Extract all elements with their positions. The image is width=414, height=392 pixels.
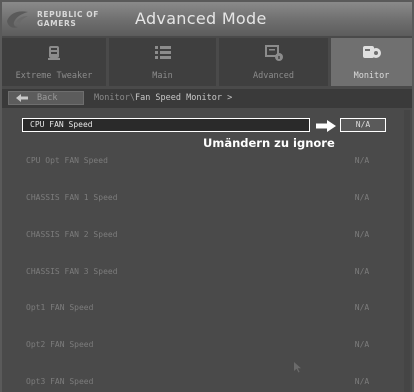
page-title: Advanced Mode [135, 9, 267, 28]
breadcrumb-current: Fan Speed Monitor > [134, 93, 233, 103]
monitor-gear-icon [362, 46, 381, 58]
setting-value[interactable]: N/A [338, 230, 386, 239]
tab-advanced[interactable]: Advanced [219, 38, 328, 86]
extreme-tweaker-icon [48, 46, 60, 60]
setting-value[interactable]: N/A [340, 120, 386, 129]
list-item-opt1-fan-speed[interactable]: Opt1 FAN Speed N/A [2, 290, 412, 327]
list-item-opt2-fan-speed[interactable]: Opt2 FAN Speed N/A [2, 327, 412, 364]
setting-label: CHASSIS FAN 1 Speed [26, 193, 118, 202]
back-button-label: Back [37, 93, 58, 103]
setting-label: Opt2 FAN Speed [26, 340, 94, 349]
setting-value[interactable]: N/A [338, 303, 386, 312]
tab-label: Monitor [353, 71, 390, 81]
mouse-cursor-icon [294, 362, 301, 373]
brand-line-2: GAMERS [37, 19, 77, 28]
arrow-right-icon [316, 120, 336, 132]
list-item-chassis-fan-3-speed[interactable]: CHASSIS FAN 3 Speed N/A [2, 254, 412, 291]
setting-label: Opt1 FAN Speed [26, 303, 94, 312]
tab-label: Main [152, 71, 173, 81]
tab-extreme-tweaker[interactable]: Extreme Tweaker [2, 38, 106, 86]
setting-value[interactable]: N/A [338, 340, 386, 349]
advanced-settings-icon [264, 45, 283, 61]
setting-value[interactable]: N/A [338, 193, 386, 202]
brand-name: REPUBLIC OF GAMERS [37, 10, 99, 28]
tab-main[interactable]: Main [109, 38, 216, 86]
breadcrumb: Monitor\Fan Speed Monitor > [94, 93, 232, 103]
fan-speed-list: CPU FAN Speed N/A Umändern zu ignore CPU… [2, 110, 412, 392]
tab-monitor[interactable]: Monitor [331, 38, 412, 86]
setting-label: CPU FAN Speed [30, 120, 93, 129]
rog-logo-icon [7, 11, 28, 28]
list-item-cpu-fan-speed[interactable]: CPU FAN Speed N/A Umändern zu ignore [2, 110, 412, 150]
back-button[interactable]: Back [8, 91, 84, 105]
list-item-cpu-opt-fan-speed[interactable]: CPU Opt FAN Speed N/A [2, 143, 412, 180]
setting-label: Opt3 FAN Speed [26, 377, 94, 386]
bios-window: REPUBLIC OF GAMERS Advanced Mode Extreme… [2, 2, 412, 392]
list-item-opt3-fan-speed[interactable]: Opt3 FAN Speed N/A [2, 364, 412, 392]
setting-label: CPU Opt FAN Speed [26, 156, 108, 165]
tab-label: Extreme Tweaker [15, 71, 93, 81]
setting-value[interactable]: N/A [338, 377, 386, 386]
setting-label: CHASSIS FAN 3 Speed [26, 267, 118, 276]
setting-value[interactable]: N/A [338, 156, 386, 165]
setting-label: CHASSIS FAN 2 Speed [26, 230, 118, 239]
back-arrow-icon [16, 94, 28, 102]
breadcrumb-root[interactable]: Monitor\ [94, 93, 135, 103]
list-item-chassis-fan-2-speed[interactable]: CHASSIS FAN 2 Speed N/A [2, 217, 412, 254]
tab-bar: Extreme Tweaker Main Advanced Monitor [2, 38, 412, 86]
scrollbar[interactable] [404, 110, 410, 392]
brand-line-1: REPUBLIC OF [37, 10, 99, 19]
list-icon [154, 46, 171, 59]
navigation-bar: Back Monitor\Fan Speed Monitor > [2, 89, 412, 108]
setting-value[interactable]: N/A [338, 267, 386, 276]
tab-label: Advanced [253, 71, 294, 81]
header-bar: REPUBLIC OF GAMERS Advanced Mode [2, 2, 412, 36]
list-item-chassis-fan-1-speed[interactable]: CHASSIS FAN 1 Speed N/A [2, 180, 412, 217]
